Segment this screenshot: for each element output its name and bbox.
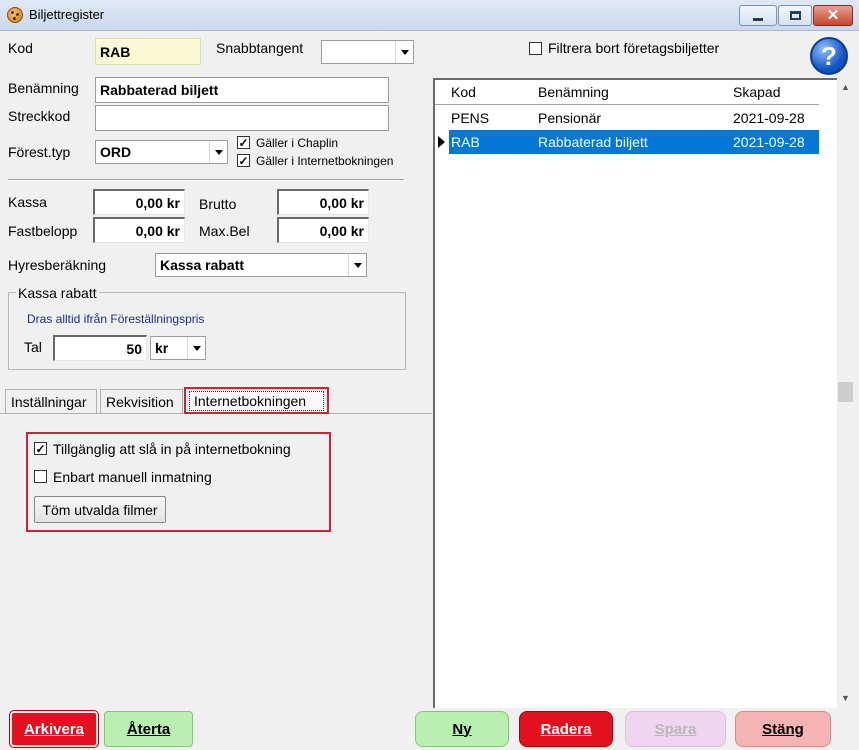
grid-header-kod[interactable]: Kod (451, 80, 476, 105)
tab-internetbokningen-label: Internetbokningen (189, 391, 324, 411)
window-title: Biljettregister (29, 7, 105, 22)
scroll-up-icon[interactable]: ▲ (837, 78, 854, 95)
chevron-down-icon (187, 337, 205, 359)
stang-button[interactable]: Stäng (735, 711, 831, 747)
hyresberakning-select[interactable]: Kassa rabatt (155, 253, 367, 277)
ny-label: Ny (452, 720, 472, 738)
hyresberakning-value: Kassa rabatt (160, 257, 245, 273)
tom-utvalda-filmer-button[interactable]: Töm utvalda filmer (34, 496, 166, 523)
cell-benamning: Rabbaterad biljett (538, 134, 648, 150)
title-bar: Biljettregister ✕ (0, 0, 859, 31)
ny-button[interactable]: Ny (415, 711, 509, 747)
tab-internetbokningen[interactable]: Internetbokningen (184, 387, 329, 414)
kod-label: Kod (8, 40, 33, 56)
radera-label: Radera (540, 720, 592, 738)
group-note: Dras alltid ifrån Föreställningspris (27, 312, 205, 326)
maximize-button[interactable] (778, 5, 812, 26)
galler-internet-checkbox[interactable]: ✓ (237, 154, 250, 167)
cell-kod: RAB (451, 134, 480, 150)
separator (8, 179, 404, 181)
snabbtangent-select[interactable] (321, 40, 414, 64)
brutto-label: Brutto (199, 196, 237, 212)
chevron-down-icon (348, 254, 366, 276)
radera-button[interactable]: Radera (519, 711, 613, 747)
snabbtangent-value (322, 41, 395, 63)
streckkod-input[interactable] (95, 105, 389, 131)
tal-unit-value: kr (155, 340, 169, 356)
forest-typ-value: ORD (100, 144, 132, 160)
aterta-button[interactable]: Återta (104, 711, 193, 747)
streckkod-label: Streckkod (8, 108, 71, 124)
minimize-icon (753, 18, 763, 21)
filter-label: Filtrera bort företagsbiljetter (548, 40, 720, 56)
forest-typ-label: Förest.typ (8, 144, 71, 160)
close-icon: ✕ (826, 7, 840, 24)
galler-internet-label: Gäller i Internetbokningen (256, 154, 394, 168)
grid-header-skapad[interactable]: Skapad (733, 80, 780, 105)
maxbel-label: Max.Bel (199, 223, 250, 239)
tal-input[interactable]: 50 (53, 335, 147, 361)
ticket-grid: Kod Benämning Skapad PENS Pensionär 2021… (433, 78, 837, 708)
check-icon: ✓ (238, 153, 249, 168)
tal-unit-select[interactable]: kr (150, 336, 206, 360)
spara-label: Spara (654, 720, 697, 738)
maximize-icon (789, 11, 801, 20)
snabbtangent-label: Snabbtangent (216, 40, 304, 56)
manuell-label: Enbart manuell inmatning (53, 469, 212, 485)
close-button[interactable]: ✕ (813, 5, 853, 26)
arkivera-button[interactable]: Arkivera (9, 710, 99, 748)
chevron-down-icon (395, 41, 413, 63)
table-row-selected[interactable]: RAB Rabbaterad biljett 2021-09-28 (449, 130, 819, 154)
kassa-label: Kassa (8, 194, 47, 210)
scroll-down-icon[interactable]: ▼ (837, 689, 854, 706)
manuell-checkbox[interactable] (34, 470, 47, 483)
galler-chaplin-checkbox[interactable]: ✓ (237, 136, 250, 149)
spara-button[interactable]: Spara (625, 711, 726, 747)
fastbelopp-label: Fastbelopp (8, 223, 78, 239)
tab-installningar[interactable]: Inställningar (5, 389, 97, 413)
chevron-down-icon (209, 141, 227, 163)
tillganglig-label: Tillgänglig att slå in på internetboknin… (53, 441, 291, 457)
grid-header-row: Kod Benämning Skapad (435, 80, 819, 105)
benamning-input[interactable]: Rabbaterad biljett (95, 77, 389, 103)
grid-header-benamning[interactable]: Benämning (538, 80, 609, 105)
kod-input[interactable]: RAB (95, 38, 201, 65)
hyresberakning-label: Hyresberäkning (8, 257, 107, 273)
cell-kod: PENS (451, 110, 490, 126)
forest-typ-select[interactable]: ORD (95, 140, 228, 164)
maxbel-input[interactable]: 0,00 kr (277, 217, 369, 243)
galler-chaplin-label: Gäller i Chaplin (256, 136, 339, 150)
minimize-button[interactable] (739, 5, 777, 26)
table-row[interactable]: PENS Pensionär 2021-09-28 (435, 106, 819, 130)
kassa-input[interactable]: 0,00 kr (93, 189, 185, 215)
cell-benamning: Pensionär (538, 110, 602, 126)
brutto-input[interactable]: 0,00 kr (277, 189, 369, 215)
cell-skapad: 2021-09-28 (733, 134, 805, 150)
benamning-label: Benämning (8, 80, 79, 96)
stang-label: Stäng (762, 720, 804, 738)
tal-label: Tal (24, 339, 42, 355)
cell-skapad: 2021-09-28 (733, 110, 805, 126)
check-icon: ✓ (35, 441, 46, 456)
tab-rekvisition[interactable]: Rekvisition (100, 389, 183, 413)
kassa-rabatt-group-title: Kassa rabatt (16, 285, 99, 301)
row-pointer-icon (435, 130, 449, 154)
tillganglig-checkbox[interactable]: ✓ (34, 442, 47, 455)
filter-checkbox[interactable] (529, 42, 542, 55)
help-icon[interactable]: ? (810, 37, 848, 75)
cookie-app-icon (7, 7, 23, 23)
check-icon: ✓ (238, 135, 249, 150)
aterta-label: Återta (126, 720, 171, 738)
fastbelopp-input[interactable]: 0,00 kr (93, 217, 185, 243)
scroll-thumb[interactable] (838, 382, 853, 402)
arkivera-label: Arkivera (23, 720, 85, 738)
